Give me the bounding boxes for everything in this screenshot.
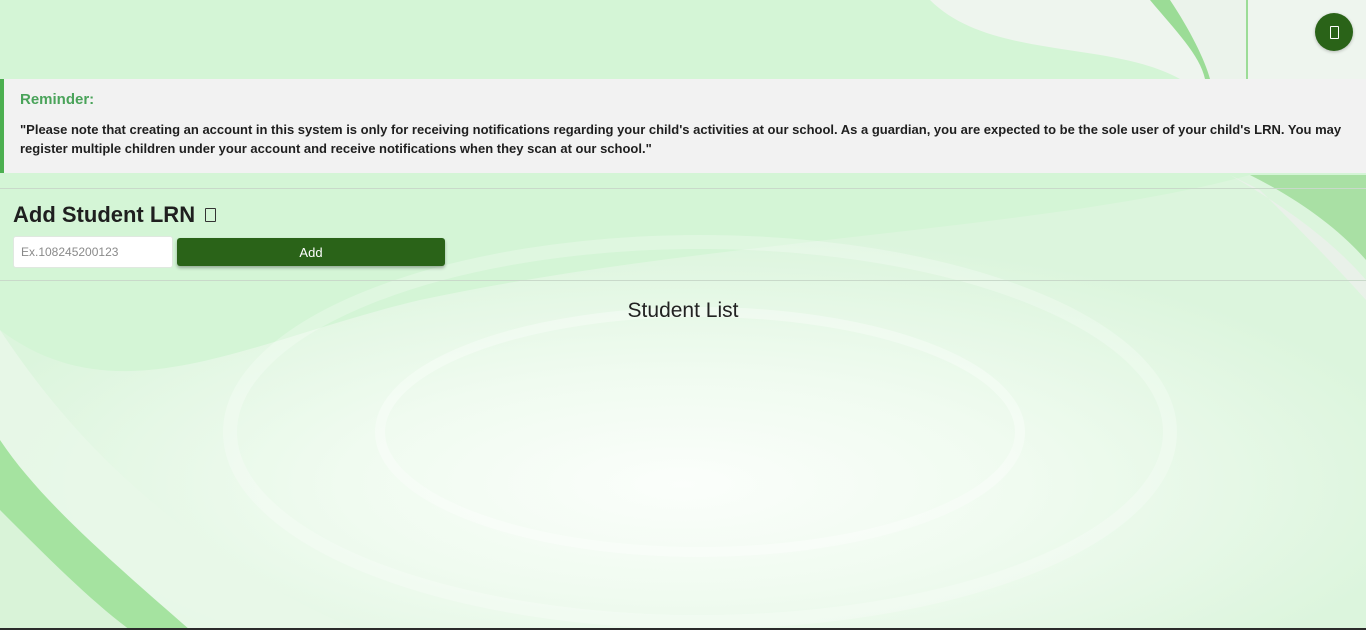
reminder-box: Reminder: "Please note that creating an … [0,79,1366,173]
add-student-title: Add Student LRN [13,202,196,227]
divider-top [0,188,1366,189]
reminder-text: "Please note that creating an account in… [20,122,1342,156]
add-student-heading: Add Student LRN [13,202,217,228]
add-button[interactable]: Add [177,238,445,266]
profile-button[interactable] [1315,13,1353,51]
info-icon[interactable] [205,208,217,222]
profile-icon [1329,25,1339,39]
divider-bottom [0,280,1366,281]
top-bar [0,0,1366,79]
lrn-input[interactable] [13,236,173,268]
student-list-title: Student List [627,299,739,322]
reminder-title: Reminder: [20,91,95,108]
